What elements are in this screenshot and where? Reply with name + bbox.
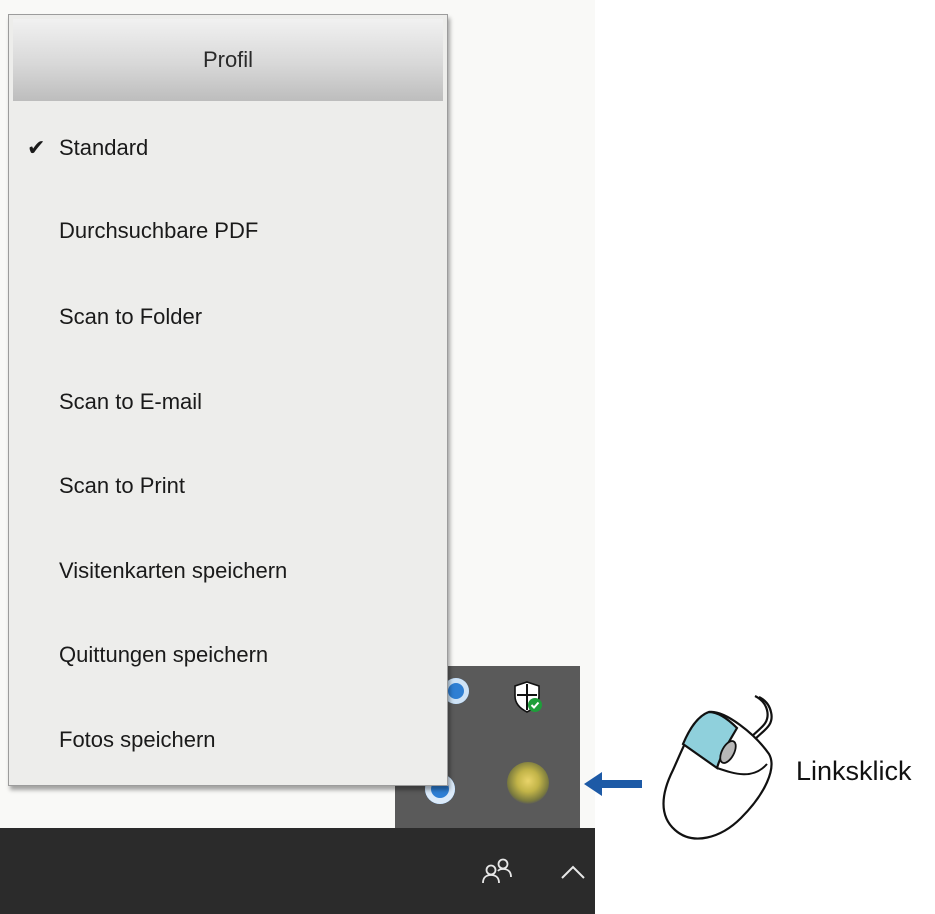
menu-item-visitenkarten-speichern[interactable]: Visitenkarten speichern: [9, 541, 447, 601]
menu-item-label: Scan to Folder: [59, 304, 203, 329]
menu-item-scan-to-email[interactable]: Scan to E-mail: [9, 372, 447, 432]
menu-item-scan-to-print[interactable]: Scan to Print: [9, 456, 447, 516]
profile-context-menu: Profil ✔ Standard Durchsuchbare PDF Scan…: [8, 14, 448, 786]
chevron-up-icon[interactable]: [560, 864, 586, 880]
taskbar: [0, 828, 595, 914]
menu-item-label: Visitenkarten speichern: [59, 558, 288, 583]
menu-item-label: Scan to E-mail: [59, 389, 203, 414]
menu-item-label: Standard: [59, 135, 149, 160]
mouse-left-click-icon: [662, 695, 773, 840]
menu-item-label: Fotos speichern: [59, 727, 216, 752]
click-caption: Linksklick: [796, 756, 912, 786]
scanner-app-icon[interactable]: [507, 762, 549, 804]
menu-header: Profil: [13, 19, 443, 101]
menu-item-scan-to-folder[interactable]: Scan to Folder: [9, 287, 447, 347]
menu-item-durchsuchbare-pdf[interactable]: Durchsuchbare PDF: [9, 201, 447, 261]
menu-item-quittungen-speichern[interactable]: Quittungen speichern: [9, 625, 447, 685]
menu-item-label: Quittungen speichern: [59, 642, 269, 667]
people-icon[interactable]: [480, 856, 516, 886]
menu-item-fotos-speichern[interactable]: Fotos speichern: [9, 710, 447, 770]
security-shield-icon[interactable]: [512, 680, 542, 714]
left-arrow-icon: [584, 772, 642, 796]
menu-item-standard[interactable]: ✔ Standard: [9, 118, 447, 178]
menu-item-label: Durchsuchbare PDF: [59, 218, 259, 243]
menu-item-label: Scan to Print: [59, 473, 185, 498]
checkmark-icon: ✔: [27, 135, 46, 160]
